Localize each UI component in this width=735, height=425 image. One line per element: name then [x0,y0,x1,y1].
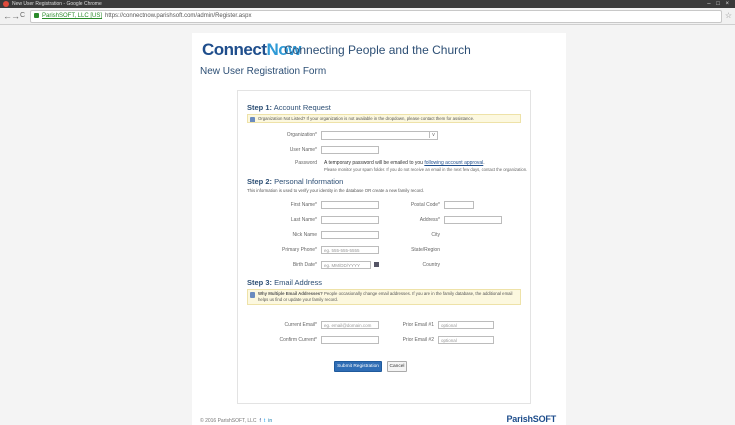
step3-note-bold: Why Multiple Email Addresses? [258,291,323,296]
password-info: A temporary password will be emailed to … [324,160,485,166]
info-icon [250,292,255,298]
prior-email1-input[interactable]: optional [438,321,494,329]
step3-note: Why Multiple Email Addresses? People occ… [247,289,521,305]
password-info-end: . [483,160,485,166]
state-label: State/Region [411,247,440,253]
current-email-label: Current Email* [284,322,317,328]
address-bar-row: ← → C ParishSOFT, LLC [US] https://connec… [0,8,735,25]
last-name-label: Last Name* [290,217,317,223]
confirm-email-label: Confirm Current* [279,337,317,343]
step2-intro: This information is used to verify your … [247,188,424,193]
bookmark-star-icon[interactable]: ☆ [725,10,732,22]
url-text: https://connectnow.parishsoft.com/admin/… [105,13,252,19]
nick-name-label: Nick Name [292,232,317,238]
username-input[interactable] [321,146,379,154]
organization-select[interactable]: v [321,131,438,140]
ev-certificate-label[interactable]: ParishSOFT, LLC [US] [42,13,102,19]
first-name-label: First Name* [290,202,317,208]
twitter-icon[interactable]: t [264,418,265,424]
organization-label: Organization* [286,132,317,138]
url-input[interactable]: ParishSOFT, LLC [US] https://connectnow.p… [30,10,722,23]
step1-heading: Step 1: Account Request [247,103,331,112]
step3-title: Email Address [274,278,323,287]
address-input[interactable] [444,216,502,224]
current-email-input[interactable]: eg. email@domain.com [321,321,379,329]
step1-number: Step 1: [247,103,273,112]
window-titlebar: New User Registration - Google Chrome – … [0,0,735,8]
birth-date-label: Birth Date* [292,262,317,268]
lock-icon [34,12,39,18]
chevron-down-icon: v [429,132,437,138]
nick-name-input[interactable] [321,231,379,239]
first-name-input[interactable] [321,201,379,209]
copyright-text: © 2016 ParishSOFT, LLC [200,418,257,424]
country-label: Country [422,262,440,268]
step2-heading: Step 2: Personal Information [247,177,343,186]
registration-form: Step 1: Account Request Organization Not… [237,90,531,404]
step3-number: Step 3: [247,278,273,287]
info-icon [250,117,255,122]
last-name-input[interactable] [321,216,379,224]
window-controls[interactable]: – □ × [707,0,731,8]
cancel-button[interactable]: Cancel [387,361,407,372]
primary-phone-input[interactable]: eg. 555-555-5555 [321,246,379,254]
prior-email2-input[interactable]: optional [438,336,494,344]
calendar-icon[interactable] [374,262,379,267]
footer: © 2016 ParishSOFT, LLC f t in [200,418,272,424]
prior-email2-label: Prior Email #2 [402,337,434,343]
address-label: Address* [419,217,440,223]
step1-note: Organization Not Listed? If your organiz… [247,114,521,123]
forward-arrow-icon[interactable]: → [11,10,20,22]
reload-icon[interactable]: C [20,10,25,22]
linkedin-icon[interactable]: in [268,418,272,424]
chrome-icon [3,1,9,7]
prior-email1-label: Prior Email #1 [402,322,434,328]
step1-note-text: Organization Not Listed? If your organiz… [258,116,475,121]
password-info-text: A temporary password will be emailed to … [324,160,425,166]
username-label: User Name* [289,147,317,153]
step2-title: Personal Information [274,177,344,186]
step3-heading: Step 3: Email Address [247,278,322,287]
birth-date-input[interactable]: eg. MM/DD/YYYY [321,261,371,269]
password-approval-link[interactable]: following account approval [424,160,483,166]
postal-code-input[interactable] [444,201,474,209]
confirm-email-input[interactable] [321,336,379,344]
password-label: Password [295,160,317,166]
postal-code-label: Postal Code* [410,202,440,208]
facebook-icon[interactable]: f [260,418,261,424]
header-tagline: Connecting People and the Church [284,43,471,57]
submit-registration-button[interactable]: Submit Registration [334,361,382,372]
page-container: ConnectNow Connecting People and the Chu… [192,33,566,425]
page-title: New User Registration Form [200,66,327,77]
window-title: New User Registration - Google Chrome [12,1,102,7]
logo-text-connect: Connect [202,40,267,59]
primary-phone-label: Primary Phone* [281,247,317,253]
step2-number: Step 2: [247,177,273,186]
step1-title: Account Request [273,103,331,112]
city-label: City [431,232,440,238]
parishsoft-logo[interactable]: ParishSOFT [506,414,556,424]
password-subnote: Please monitor your spam folder. If you … [324,167,528,172]
